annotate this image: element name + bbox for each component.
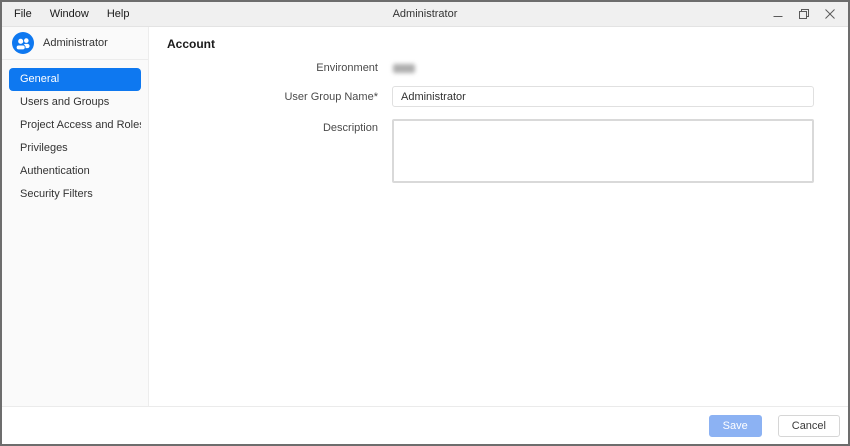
cancel-button[interactable]: Cancel [778,415,840,437]
app-body: Administrator General Users and Groups P… [2,27,848,406]
menu-file[interactable]: File [5,3,41,26]
restore-icon [799,9,809,19]
window-controls [768,5,848,24]
sidebar-item-privileges[interactable]: Privileges [9,137,141,160]
application-window: File Window Help Administrator [0,0,850,446]
minimize-icon [773,9,783,19]
sidebar: Administrator General Users and Groups P… [2,27,149,406]
menu-help[interactable]: Help [98,3,139,26]
sidebar-header: Administrator [2,27,148,60]
close-button[interactable] [820,5,839,24]
sidebar-item-project-access-and-roles[interactable]: Project Access and Roles [9,114,141,137]
environment-value-redacted [393,64,415,73]
sidebar-item-authentication[interactable]: Authentication [9,160,141,183]
sidebar-nav: General Users and Groups Project Access … [2,60,148,206]
titlebar: File Window Help Administrator [2,2,848,27]
sidebar-item-security-filters[interactable]: Security Filters [9,183,141,206]
environment-label: Environment [167,62,378,74]
footer-bar: Save Cancel [2,406,848,444]
close-icon [825,9,835,19]
environment-row: Environment [167,62,814,74]
user-group-name-input[interactable] [392,86,814,107]
menubar: File Window Help [2,3,138,26]
sidebar-item-general[interactable]: General [9,68,141,91]
user-group-name-label: User Group Name* [167,91,378,103]
sidebar-user-group-name: Administrator [43,37,108,49]
sidebar-item-users-and-groups[interactable]: Users and Groups [9,91,141,114]
save-button[interactable]: Save [709,415,762,437]
minimize-button[interactable] [768,5,787,24]
description-row: Description [167,119,814,183]
description-label: Description [167,119,378,134]
description-textarea[interactable] [392,119,814,183]
page-title: Account [167,37,814,51]
restore-button[interactable] [794,5,813,24]
user-group-name-row: User Group Name* [167,86,814,107]
menu-window[interactable]: Window [41,3,98,26]
user-group-avatar-icon [12,32,34,54]
main-content: Account Environment User Group Name* Des… [149,27,848,406]
